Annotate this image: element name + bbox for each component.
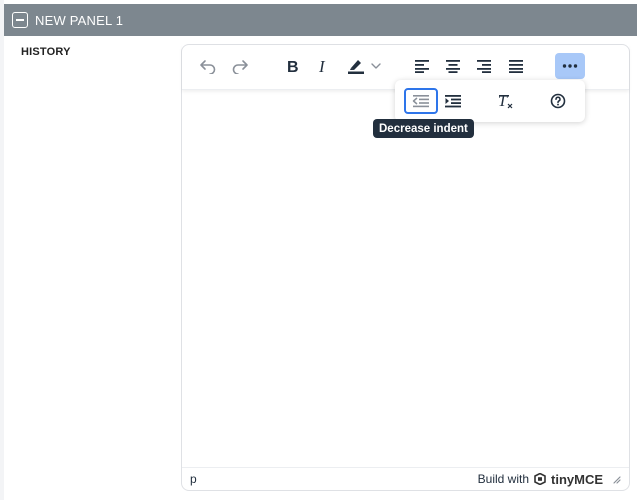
remove-format-icon[interactable]: T [491,88,519,114]
italic-icon[interactable]: I [310,53,338,79]
bold-icon[interactable]: B [279,53,307,79]
highlight-color-icon[interactable] [342,53,370,79]
editor-statusbar: p Build with tinyMCE [182,467,629,490]
brand-name: tinyMCE [551,471,603,487]
resize-handle-icon[interactable] [612,475,621,484]
panel-title: NEW PANEL 1 [35,12,124,28]
outdent-icon[interactable] [404,88,438,114]
redo-icon[interactable] [226,53,254,79]
more-icon[interactable] [555,53,585,79]
minus-square-icon[interactable] [12,12,28,28]
indent-icon[interactable] [439,88,467,114]
chevron-down-icon[interactable] [368,53,384,79]
element-path[interactable]: p [190,472,197,486]
toolbar-overflow-menu: T [395,80,585,122]
tooltip: Decrease indent [373,119,474,138]
justify-icon[interactable] [502,53,530,79]
help-icon[interactable] [544,88,572,114]
field-label: HISTORY [21,46,71,58]
align-right-icon[interactable] [470,53,498,79]
editor-content-area[interactable] [182,90,629,468]
build-with-text: Build with [477,472,529,486]
branding[interactable]: Build with tinyMCE [478,472,621,487]
undo-icon[interactable] [194,53,222,79]
svg-text:I: I [318,58,326,74]
panel-header[interactable]: NEW PANEL 1 [4,4,637,36]
svg-text:B: B [287,59,299,74]
tinymce-logo-icon [534,473,546,485]
align-left-icon[interactable] [408,53,436,79]
align-center-icon[interactable] [439,53,467,79]
